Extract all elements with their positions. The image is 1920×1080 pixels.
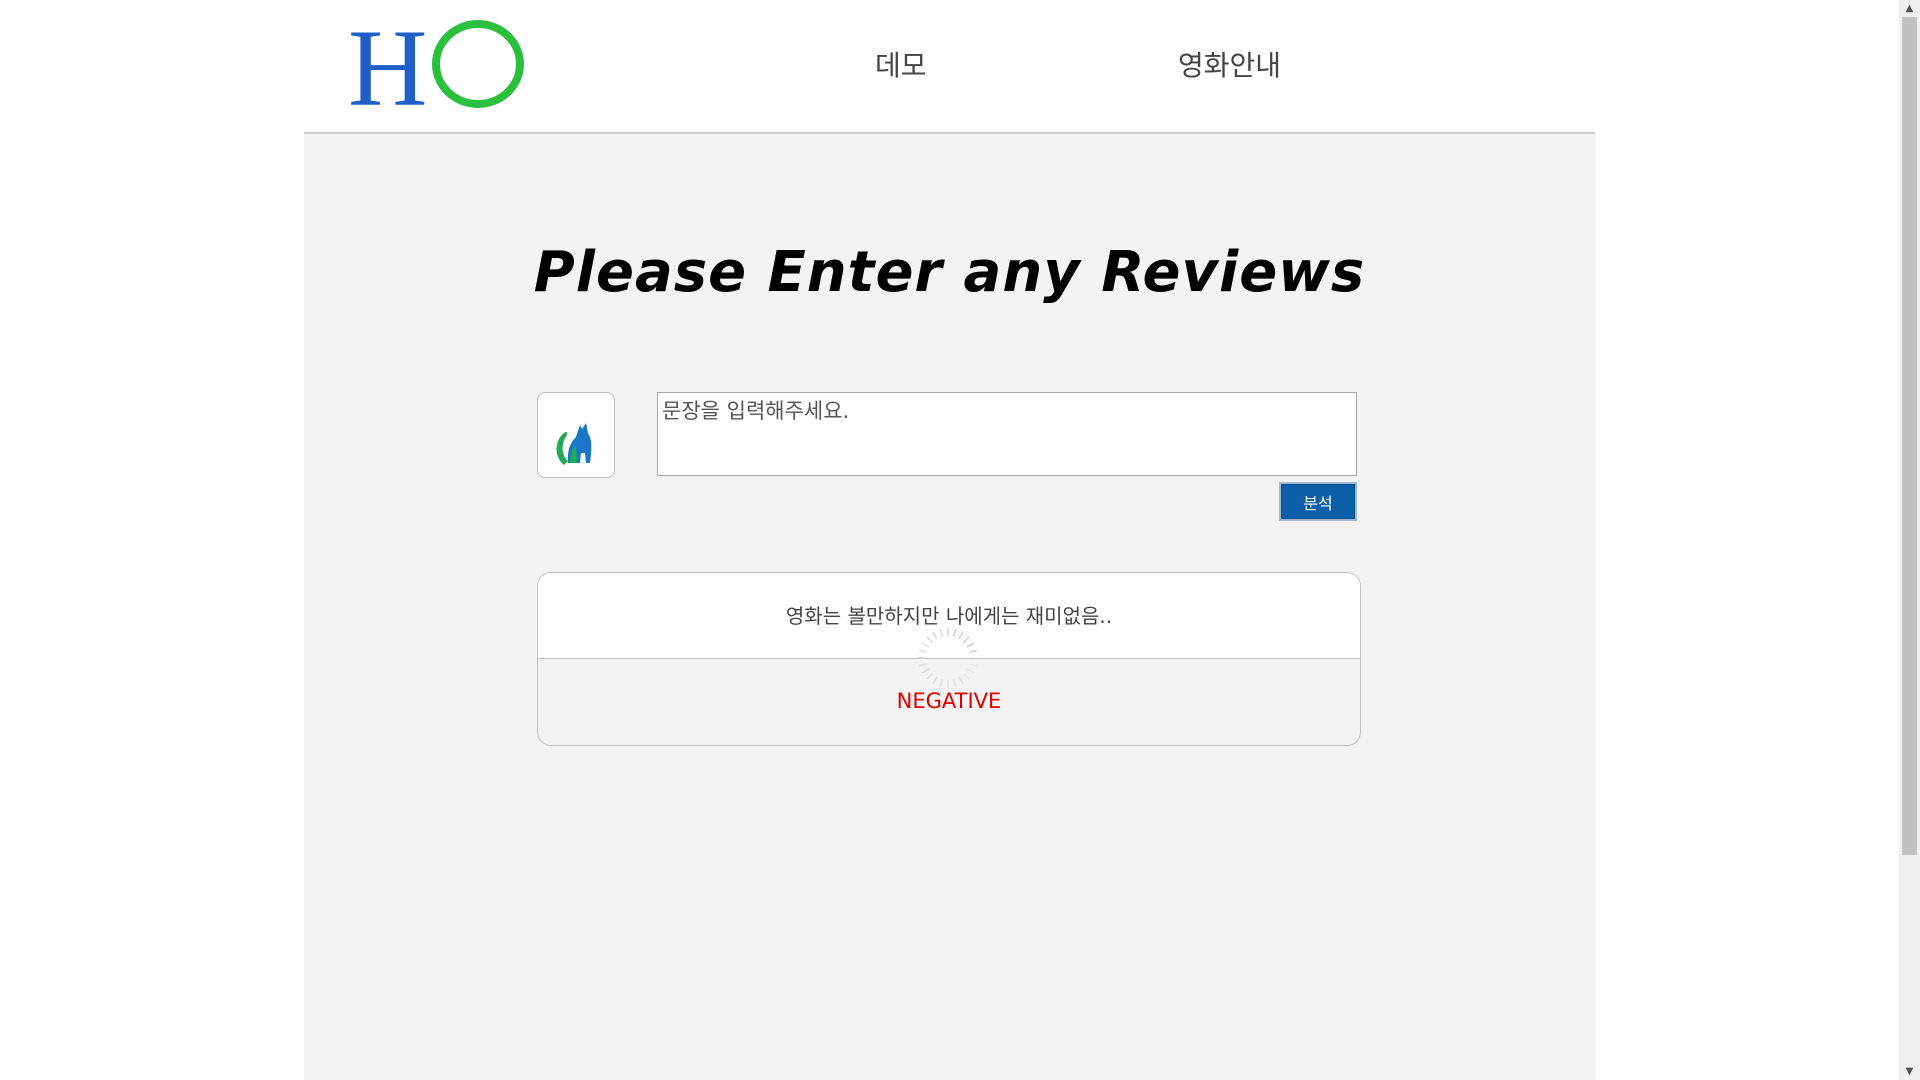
- logo-letter-h: H: [348, 10, 427, 120]
- spinner-tick: [969, 662, 978, 667]
- spinner-tick: [932, 631, 938, 640]
- spinner-tick: [969, 649, 978, 654]
- scroll-up-icon[interactable]: ▲: [1899, 0, 1920, 17]
- spinner-icon: [918, 628, 978, 688]
- cat-icon: [556, 423, 592, 465]
- result-label: NEGATIVE: [896, 689, 1002, 713]
- scroll-thumb[interactable]: [1902, 17, 1917, 855]
- page-title: Please Enter any Reviews: [533, 240, 1366, 305]
- spinner-tick: [918, 649, 927, 654]
- spinner-tick: [939, 679, 944, 688]
- spinner-tick: [958, 676, 964, 685]
- page-container: H 데모 영화안내 Please Enter any Reviews 분석 영화…: [304, 0, 1595, 1080]
- spinner-tick: [939, 628, 944, 637]
- spinner-tick: [921, 668, 930, 674]
- spinner-tick: [963, 636, 970, 643]
- spinner-tick: [952, 679, 957, 688]
- logo-letter-o: [432, 20, 524, 108]
- spinner-tick: [966, 668, 975, 674]
- spinner-tick: [963, 673, 970, 680]
- avatar: [537, 392, 615, 478]
- spinner-tick: [966, 642, 975, 648]
- nav-movie-info[interactable]: 영화안내: [1178, 44, 1281, 84]
- analyze-button[interactable]: 분석: [1279, 482, 1357, 521]
- spinner-tick: [952, 628, 957, 637]
- spinner-tick: [926, 673, 933, 680]
- logo[interactable]: H: [348, 10, 528, 120]
- nav-demo[interactable]: 데모: [875, 44, 927, 84]
- review-input[interactable]: [657, 392, 1357, 476]
- spinner-tick: [958, 631, 964, 640]
- spinner-tick: [921, 642, 930, 648]
- scrollbar[interactable]: ▲ ▼: [1899, 0, 1920, 1080]
- result-sentence: 영화는 볼만하지만 나에게는 재미없음..: [785, 604, 1113, 628]
- header: H 데모 영화안내: [304, 0, 1595, 134]
- spinner-tick: [918, 662, 927, 667]
- spinner-tick: [932, 676, 938, 685]
- spinner-tick: [926, 636, 933, 643]
- scroll-down-icon[interactable]: ▼: [1899, 1063, 1920, 1080]
